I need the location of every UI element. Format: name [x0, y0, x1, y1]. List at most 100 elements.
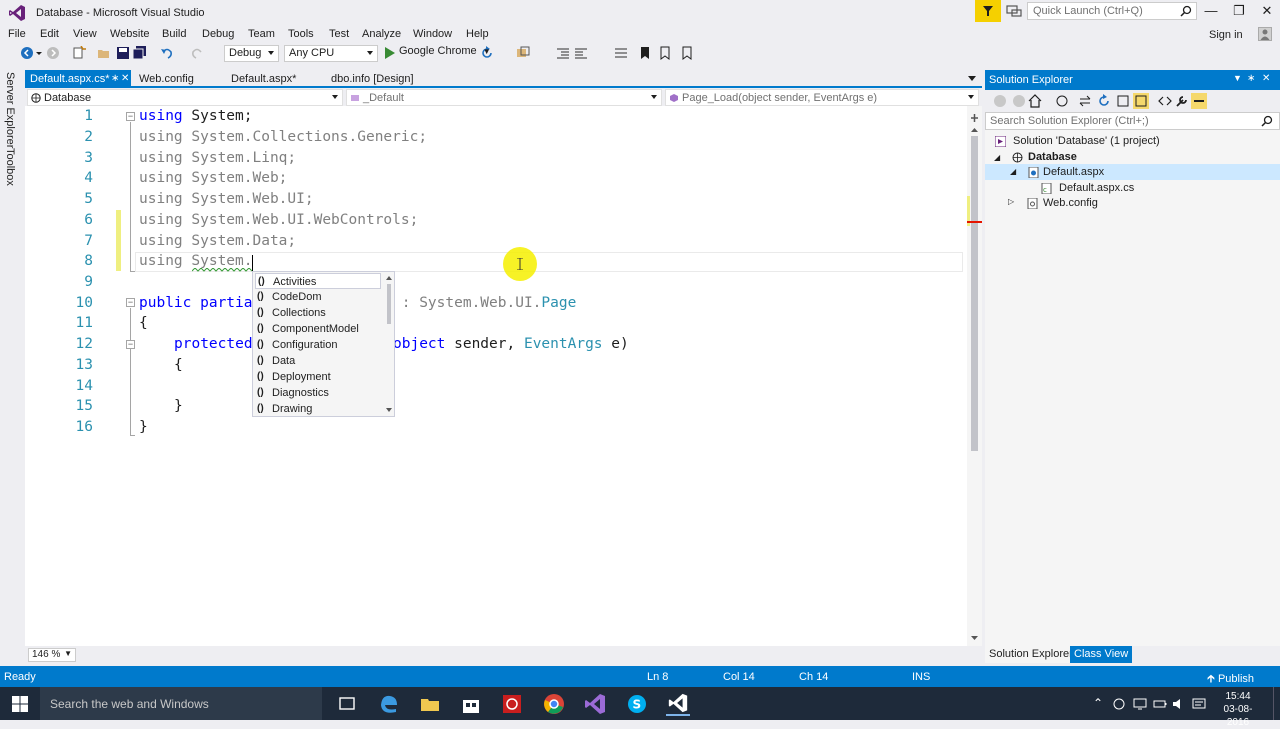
- open-file-icon[interactable]: [97, 46, 111, 60]
- pending-changes-icon[interactable]: [1055, 94, 1069, 108]
- edge-browser-icon[interactable]: [377, 692, 401, 716]
- skype-icon[interactable]: S: [625, 692, 649, 716]
- close-button[interactable]: ✕: [1253, 3, 1280, 21]
- code-line[interactable]: {: [139, 313, 148, 334]
- uncomment-icon[interactable]: [614, 46, 628, 60]
- menu-edit[interactable]: Edit: [40, 28, 59, 40]
- completion-item[interactable]: () CodeDom: [255, 289, 381, 305]
- show-all-files-icon[interactable]: [1133, 93, 1149, 109]
- outdent-icon[interactable]: [574, 46, 588, 60]
- completion-item[interactable]: () Data: [255, 353, 381, 369]
- close-icon[interactable]: ✕: [1262, 73, 1270, 84]
- menu-test[interactable]: Test: [329, 28, 349, 40]
- editor-vertical-scrollbar[interactable]: [967, 106, 982, 646]
- completion-item[interactable]: () Deployment: [255, 369, 381, 385]
- chevron-up-icon[interactable]: ⌃: [1093, 696, 1103, 710]
- editor-horizontal-scrollbar[interactable]: [25, 646, 982, 663]
- tree-item-default-aspx-cs[interactable]: c Default.aspx.cs: [1041, 180, 1134, 196]
- app-red-icon[interactable]: [500, 692, 524, 716]
- collapse-icon[interactable]: −: [126, 112, 135, 121]
- menu-debug[interactable]: Debug: [202, 28, 234, 40]
- menu-help[interactable]: Help: [466, 28, 489, 40]
- close-tab-icon[interactable]: ✕: [121, 73, 129, 84]
- tabs-dropdown-icon[interactable]: [968, 76, 976, 81]
- collapse-icon[interactable]: −: [126, 340, 135, 349]
- code-line[interactable]: using System.Web.UI;: [139, 189, 314, 210]
- notifications-flag-icon[interactable]: [975, 0, 1001, 22]
- tree-item-web-config[interactable]: Web.config: [1027, 195, 1098, 211]
- visual-studio-taskbar-icon[interactable]: [583, 692, 607, 716]
- menu-build[interactable]: Build: [162, 28, 186, 40]
- network-icon[interactable]: [1133, 697, 1147, 711]
- next-bookmark-icon[interactable]: [680, 46, 694, 60]
- menu-team[interactable]: Team: [248, 28, 275, 40]
- browser-link-icon[interactable]: [516, 46, 530, 60]
- notifications-icon[interactable]: [1192, 697, 1206, 711]
- solution-platform-select[interactable]: Any CPU: [284, 45, 378, 62]
- project-select[interactable]: Database: [27, 89, 343, 106]
- tree-item-project[interactable]: Database: [1012, 149, 1077, 165]
- new-project-icon[interactable]: [72, 46, 86, 60]
- back-icon[interactable]: [993, 94, 1007, 108]
- panel-menu-icon[interactable]: ▼: [1233, 73, 1242, 83]
- completion-item[interactable]: () Drawing: [255, 401, 381, 417]
- forward-icon[interactable]: [1012, 94, 1026, 108]
- tree-item-default-aspx[interactable]: ◢ Default.aspx: [985, 164, 1280, 180]
- view-code-icon[interactable]: [1158, 94, 1172, 108]
- completion-item[interactable]: () Diagnostics: [255, 385, 381, 401]
- minimize-button[interactable]: —: [1197, 3, 1225, 21]
- menu-file[interactable]: File: [8, 28, 26, 40]
- code-line[interactable]: protected: [174, 334, 253, 355]
- menu-tools[interactable]: Tools: [288, 28, 314, 40]
- collapsed-arrow-icon[interactable]: ▷: [1008, 197, 1014, 206]
- intellisense-scrollbar[interactable]: [385, 274, 393, 414]
- tree-item-solution[interactable]: Solution 'Database' (1 project): [995, 133, 1160, 149]
- code-line[interactable]: public partia: [139, 293, 253, 314]
- forward-icon[interactable]: [46, 46, 60, 60]
- visual-studio-active-icon[interactable]: [666, 692, 690, 716]
- server-explorer-tab[interactable]: Server Explorer: [4, 72, 16, 148]
- completion-item[interactable]: () Configuration: [255, 337, 381, 353]
- pin-icon[interactable]: ∗: [111, 73, 119, 84]
- start-debugging-button[interactable]: Google Chrome ▼: [383, 45, 491, 62]
- completion-item[interactable]: () Activities: [255, 273, 381, 289]
- menu-view[interactable]: View: [73, 28, 97, 40]
- toolbox-tab[interactable]: Toolbox: [4, 148, 16, 186]
- tab-web-config[interactable]: Web.config: [134, 70, 199, 88]
- tab-dbo-info-design[interactable]: dbo.info [Design]: [326, 70, 419, 88]
- back-dropdown-icon[interactable]: [36, 46, 42, 60]
- code-line[interactable]: using System.Web.UI.WebControls;: [139, 210, 418, 231]
- code-line[interactable]: {: [174, 355, 183, 376]
- volume-icon[interactable]: [1172, 697, 1186, 711]
- tray-app-icon[interactable]: [1112, 697, 1126, 711]
- tab-default-aspx-cs[interactable]: Default.aspx.cs* ∗ ✕: [25, 70, 131, 88]
- completion-item[interactable]: () ComponentModel: [255, 321, 381, 337]
- code-line[interactable]: using System.Linq;: [139, 148, 296, 169]
- battery-icon[interactable]: [1153, 697, 1167, 711]
- save-all-icon[interactable]: [133, 46, 147, 60]
- code-line[interactable]: using System.Data;: [139, 231, 296, 252]
- menu-website[interactable]: Website: [110, 28, 150, 40]
- back-icon[interactable]: [20, 46, 34, 60]
- code-line[interactable]: object sender, EventArgs e): [393, 334, 629, 355]
- sync-icon[interactable]: [1078, 94, 1092, 108]
- code-line[interactable]: : System.Web.UI.Page: [393, 293, 577, 314]
- prev-bookmark-icon[interactable]: [658, 46, 672, 60]
- completion-item[interactable]: () Collections: [255, 305, 381, 321]
- redo-icon[interactable]: [190, 46, 204, 60]
- expanded-arrow-icon[interactable]: ◢: [994, 153, 1000, 162]
- properties-wrench-icon[interactable]: [1175, 94, 1189, 108]
- collapse-all-icon[interactable]: [1116, 94, 1130, 108]
- tab-solution-explorer[interactable]: Solution Explorer: [985, 646, 1077, 663]
- preview-selected-icon[interactable]: [1191, 93, 1207, 109]
- member-select[interactable]: Page_Load(object sender, EventArgs e): [665, 89, 979, 106]
- task-view-icon[interactable]: [335, 692, 359, 716]
- code-line[interactable]: }: [139, 417, 148, 438]
- home-icon[interactable]: [1028, 94, 1042, 108]
- pin-icon[interactable]: ∗: [1247, 73, 1255, 84]
- expanded-arrow-icon[interactable]: ◢: [1010, 164, 1016, 180]
- code-line[interactable]: }: [174, 396, 183, 417]
- feedback-icon[interactable]: [1004, 2, 1024, 20]
- system-clock[interactable]: 15:44 03-08-2016: [1213, 690, 1263, 729]
- code-line[interactable]: using System.Web;: [139, 168, 287, 189]
